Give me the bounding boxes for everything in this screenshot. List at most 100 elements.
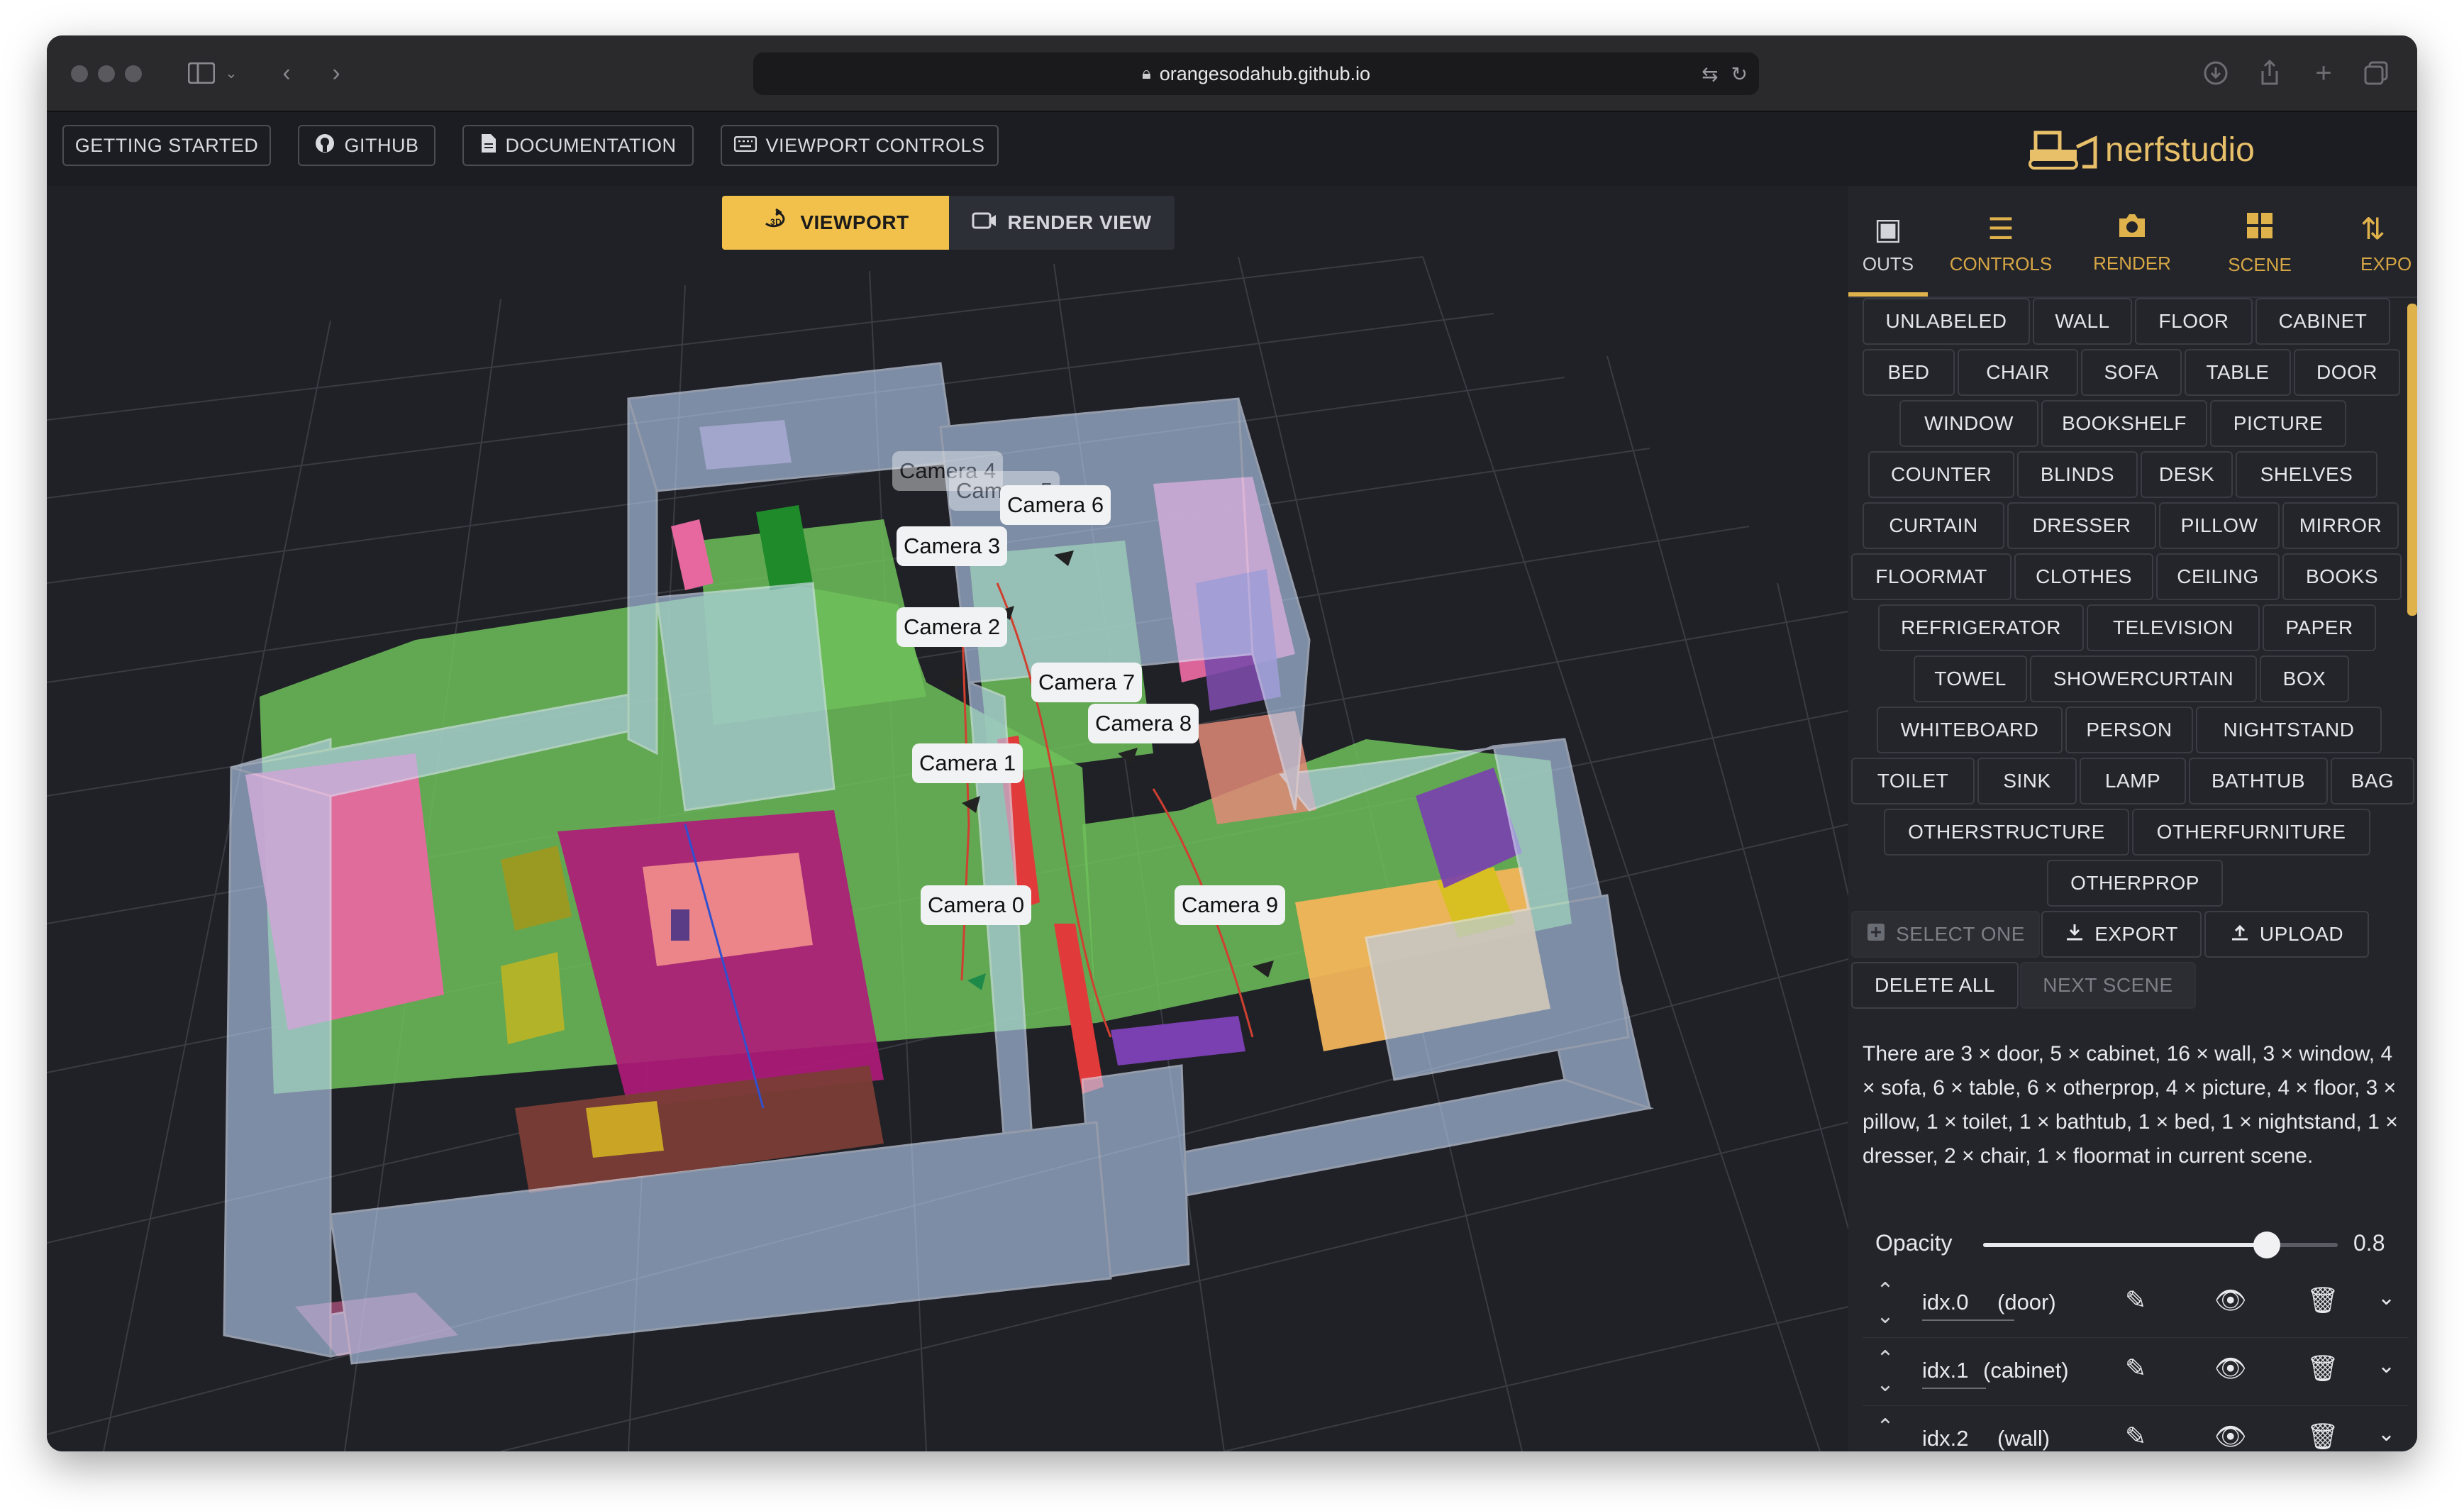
reorder-arrows[interactable]: ⌃ ⌄ bbox=[1872, 1278, 1898, 1329]
label-shelves[interactable]: SHELVES bbox=[2236, 451, 2377, 498]
move-down-icon[interactable]: ⌄ bbox=[1872, 1372, 1898, 1397]
label-dresser[interactable]: DRESSER bbox=[2007, 502, 2156, 549]
expand-icon[interactable]: ⌄ bbox=[2377, 1354, 2395, 1378]
label-toilet[interactable]: TOILET bbox=[1851, 758, 1975, 804]
new-tab-icon[interactable]: + bbox=[2308, 57, 2339, 89]
label-counter[interactable]: COUNTER bbox=[1868, 451, 2014, 498]
label-blinds[interactable]: BLINDS bbox=[2017, 451, 2138, 498]
tab-export[interactable]: ⇅ EXPO bbox=[2331, 211, 2417, 289]
panel-scrollbar[interactable] bbox=[2407, 304, 2417, 616]
label-pillow[interactable]: PILLOW bbox=[2159, 502, 2280, 549]
camera-7-label[interactable]: Camera 7 bbox=[1031, 663, 1143, 702]
label-towel[interactable]: TOWEL bbox=[1914, 655, 2027, 702]
instance-row[interactable]: ⌃ ⌄ idx.0 (door) ✎ 👁︎ 🗑︎ ⌄ bbox=[1863, 1273, 2409, 1338]
sidebar-toggle-icon[interactable] bbox=[186, 57, 217, 89]
move-up-icon[interactable]: ⌃ bbox=[1872, 1278, 1898, 1304]
label-bag[interactable]: BAG bbox=[2331, 758, 2414, 804]
label-picture[interactable]: PICTURE bbox=[2210, 400, 2346, 447]
move-up-icon[interactable]: ⌃ bbox=[1872, 1415, 1898, 1440]
label-otherfurniture[interactable]: OTHERFURNITURE bbox=[2132, 809, 2370, 856]
getting-started-button[interactable]: GETTING STARTED bbox=[62, 125, 271, 166]
label-floor[interactable]: FLOOR bbox=[2135, 298, 2253, 345]
reorder-arrows[interactable]: ⌃ bbox=[1872, 1415, 1898, 1440]
tab-scene[interactable]: SCENE bbox=[2203, 211, 2316, 289]
reload-icon[interactable]: ↻ bbox=[1731, 62, 1748, 86]
camera-0-label[interactable]: Camera 0 bbox=[921, 885, 1032, 925]
camera-6-label[interactable]: Camera 6 bbox=[1000, 485, 1111, 525]
camera-9-label[interactable]: Camera 9 bbox=[1175, 885, 1286, 925]
expand-icon[interactable]: ⌄ bbox=[2377, 1285, 2395, 1310]
label-curtain[interactable]: CURTAIN bbox=[1863, 502, 2004, 549]
move-up-icon[interactable]: ⌃ bbox=[1872, 1346, 1898, 1372]
delete-icon[interactable]: 🗑︎ bbox=[2307, 1422, 2339, 1451]
label-paper[interactable]: PAPER bbox=[2263, 604, 2376, 651]
forward-button[interactable]: › bbox=[322, 57, 350, 89]
visibility-icon[interactable]: 👁︎ bbox=[2214, 1354, 2247, 1383]
minimize-window-button[interactable] bbox=[98, 65, 115, 82]
delete-all-button[interactable]: DELETE ALL bbox=[1851, 962, 2019, 1009]
nerfstudio-logo[interactable]: nerfstudio bbox=[2026, 125, 2255, 175]
instance-row[interactable]: ⌃ ⌄ idx.1 (cabinet) ✎ 👁︎ 🗑︎ ⌄ bbox=[1863, 1341, 2409, 1406]
label-whiteboard[interactable]: WHITEBOARD bbox=[1877, 707, 2063, 753]
render-view-tab[interactable]: RENDER VIEW bbox=[949, 196, 1175, 250]
label-chair[interactable]: CHAIR bbox=[1958, 349, 2078, 396]
instance-row[interactable]: ⌃ idx.2 (wall) ✎ 👁︎ 🗑︎ ⌄ bbox=[1863, 1409, 2409, 1451]
camera-1-label[interactable]: Camera 1 bbox=[912, 743, 1023, 783]
label-mirror[interactable]: MIRROR bbox=[2282, 502, 2399, 549]
address-bar[interactable]: 🔒︎ orangesodahub.github.io ⇆ ↻ bbox=[753, 52, 1759, 95]
upload-button[interactable]: UPLOAD bbox=[2204, 911, 2369, 958]
label-clothes[interactable]: CLOTHES bbox=[2014, 553, 2153, 600]
next-scene-button[interactable]: NEXT SCENE bbox=[2020, 962, 2196, 1009]
label-box[interactable]: BOX bbox=[2260, 655, 2349, 702]
scene-canvas[interactable] bbox=[47, 186, 1848, 1451]
zoom-window-button[interactable] bbox=[125, 65, 142, 82]
label-showercurtain[interactable]: SHOWERCURTAIN bbox=[2030, 655, 2257, 702]
viewport-controls-button[interactable]: VIEWPORT CONTROLS bbox=[721, 125, 999, 166]
label-desk[interactable]: DESK bbox=[2141, 451, 2233, 498]
label-otherprop[interactable]: OTHERPROP bbox=[2047, 860, 2223, 907]
opacity-slider[interactable] bbox=[1983, 1232, 2338, 1258]
label-sofa[interactable]: SOFA bbox=[2081, 349, 2182, 396]
chevron-down-icon[interactable]: ⌄ bbox=[224, 57, 238, 89]
camera-3-label[interactable]: Camera 3 bbox=[897, 526, 1008, 566]
translate-icon[interactable]: ⇆ bbox=[1702, 62, 1718, 86]
label-books[interactable]: BOOKS bbox=[2282, 553, 2402, 600]
camera-8-label[interactable]: Camera 8 bbox=[1088, 704, 1199, 743]
github-button[interactable]: GITHUB bbox=[298, 125, 435, 166]
back-button[interactable]: ‹ bbox=[272, 57, 301, 89]
label-window[interactable]: WINDOW bbox=[1899, 400, 2038, 447]
select-one-button[interactable]: SELECT ONE bbox=[1851, 911, 2040, 958]
download-icon[interactable] bbox=[2200, 57, 2231, 89]
share-icon[interactable] bbox=[2254, 57, 2285, 89]
label-unlabeled[interactable]: UNLABELED bbox=[1863, 298, 2030, 345]
opacity-slider-thumb[interactable] bbox=[2253, 1232, 2280, 1258]
reorder-arrows[interactable]: ⌃ ⌄ bbox=[1872, 1346, 1898, 1397]
tab-layouts[interactable]: ▣ OUTS bbox=[1848, 211, 1928, 289]
label-lamp[interactable]: LAMP bbox=[2080, 758, 2186, 804]
visibility-icon[interactable]: 👁︎ bbox=[2214, 1285, 2247, 1315]
label-bed[interactable]: BED bbox=[1863, 349, 1955, 396]
tab-overview-icon[interactable] bbox=[2360, 57, 2392, 89]
3d-viewport[interactable]: 3D VIEWPORT RENDER VIEW Camera 4 Camera … bbox=[47, 186, 1848, 1451]
export-button[interactable]: EXPORT bbox=[2041, 911, 2202, 958]
label-television[interactable]: TELEVISION bbox=[2087, 604, 2260, 651]
edit-icon[interactable]: ✎ bbox=[2125, 1285, 2146, 1315]
edit-icon[interactable]: ✎ bbox=[2125, 1354, 2146, 1383]
label-refrigerator[interactable]: REFRIGERATOR bbox=[1878, 604, 2084, 651]
delete-icon[interactable]: 🗑︎ bbox=[2307, 1285, 2339, 1315]
label-otherstructure[interactable]: OTHERSTRUCTURE bbox=[1884, 809, 2129, 856]
label-sink[interactable]: SINK bbox=[1977, 758, 2077, 804]
label-cabinet[interactable]: CABINET bbox=[2255, 298, 2390, 345]
camera-2-label[interactable]: Camera 2 bbox=[897, 607, 1008, 647]
label-wall[interactable]: WALL bbox=[2033, 298, 2132, 345]
viewport-tab[interactable]: 3D VIEWPORT bbox=[722, 196, 949, 250]
label-table[interactable]: TABLE bbox=[2185, 349, 2291, 396]
label-ceiling[interactable]: CEILING bbox=[2156, 553, 2280, 600]
tab-render[interactable]: RENDER bbox=[2075, 211, 2189, 289]
label-door[interactable]: DOOR bbox=[2294, 349, 2400, 396]
close-window-button[interactable] bbox=[71, 65, 88, 82]
delete-icon[interactable]: 🗑︎ bbox=[2307, 1354, 2339, 1383]
edit-icon[interactable]: ✎ bbox=[2125, 1422, 2146, 1451]
label-floormat[interactable]: FLOORMAT bbox=[1851, 553, 2011, 600]
label-bathtub[interactable]: BATHTUB bbox=[2189, 758, 2328, 804]
